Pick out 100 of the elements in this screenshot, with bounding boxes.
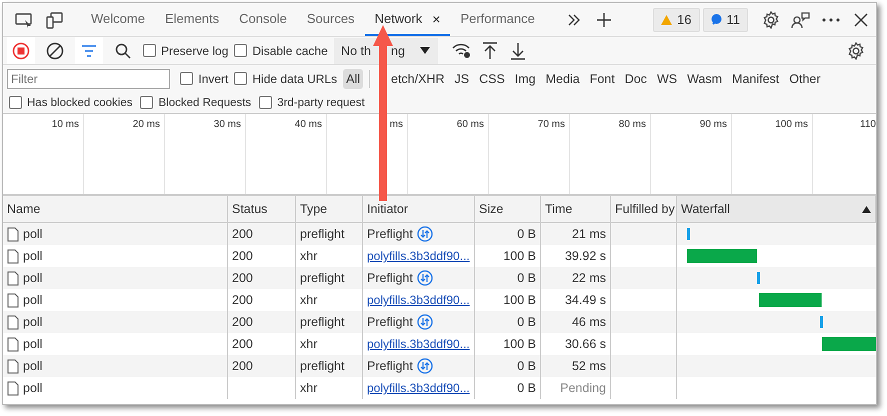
column-header[interactable]: Waterfall [677, 196, 876, 223]
type-cell: preflight [296, 355, 363, 377]
type-filter[interactable]: CSS [476, 68, 508, 88]
initiator-link[interactable]: polyfills.3b3ddf90... [367, 337, 470, 351]
type-cell: preflight [296, 267, 363, 289]
initiator-link[interactable]: polyfills.3b3ddf90... [367, 249, 470, 263]
type-filter[interactable]: JS [452, 68, 472, 88]
document-icon [7, 336, 19, 352]
message-icon [710, 14, 722, 25]
fulfilled-cell [611, 355, 677, 377]
timeline-tick: 70 ms [538, 119, 565, 130]
type-filter[interactable]: Media [542, 68, 583, 88]
chevrons-icon[interactable] [566, 14, 581, 26]
type-filter[interactable]: Wasm [684, 68, 726, 88]
type-cell: preflight [296, 223, 363, 245]
settings-icon[interactable] [762, 10, 780, 28]
request-name[interactable]: poll [23, 293, 42, 307]
settings-icon[interactable] [847, 42, 865, 60]
type-filter[interactable]: etch/XHR [388, 68, 448, 88]
size-cell: 0 B [475, 355, 541, 377]
preflight-icon[interactable] [416, 226, 433, 242]
checkbox[interactable]: Invert [180, 72, 228, 86]
waterfall-tick [820, 316, 823, 328]
column-header[interactable]: Size [475, 196, 541, 223]
tab[interactable]: Console [229, 3, 297, 36]
throttling-dropdown[interactable]: No th ng [334, 38, 438, 64]
initiator-text: Preflight [367, 271, 413, 285]
timeline-tick: 110 [860, 119, 876, 130]
waterfall-bar [759, 293, 822, 307]
type-filter[interactable]: All [343, 68, 364, 88]
search-icon[interactable] [115, 42, 131, 58]
request-name[interactable]: poll [23, 337, 42, 351]
tab[interactable]: Performance [450, 3, 545, 36]
column-header[interactable]: Name [3, 196, 228, 223]
filter-button[interactable] [75, 37, 103, 64]
timeline-tick: 30 ms [214, 119, 241, 130]
preflight-icon[interactable] [416, 358, 433, 374]
tab[interactable]: Elements [154, 3, 230, 36]
checkbox[interactable]: 3rd-party request [259, 96, 365, 109]
timeline-tick: 10 ms [52, 119, 79, 130]
inspect-icon[interactable] [15, 12, 33, 28]
column-header[interactable]: Status [228, 196, 296, 223]
timeline-tick: 60 ms [456, 119, 484, 130]
type-filter[interactable]: Other [786, 68, 824, 88]
close-icon[interactable] [854, 12, 868, 26]
column-header[interactable]: Fulfilled by [611, 196, 677, 223]
request-name[interactable]: poll [23, 315, 42, 329]
checkbox[interactable]: Preserve log [143, 44, 228, 58]
preflight-icon[interactable] [416, 270, 433, 286]
size-cell: 0 B [475, 223, 541, 245]
type-filter[interactable]: Doc [622, 68, 650, 88]
tab[interactable]: Sources [296, 3, 365, 36]
tab[interactable]: Welcome [81, 3, 155, 36]
device-icon[interactable] [45, 10, 63, 28]
timeline-tick: 80 ms [618, 119, 646, 130]
close-icon[interactable]: × [432, 10, 440, 26]
checkbox[interactable]: Disable cache [234, 44, 328, 58]
document-icon [7, 314, 19, 330]
checkbox[interactable]: Has blocked cookies [9, 96, 132, 109]
request-name[interactable]: poll [23, 271, 42, 285]
checkbox[interactable]: Hide data URLs [234, 72, 338, 86]
sort-icon [862, 206, 871, 212]
plus-icon[interactable] [596, 12, 612, 28]
clear-icon[interactable] [46, 42, 64, 60]
column-header[interactable]: Initiator [363, 196, 475, 223]
waterfall-bar [822, 337, 876, 351]
type-cell: preflight [296, 311, 363, 333]
request-name[interactable]: poll [23, 249, 42, 263]
document-icon [7, 248, 19, 264]
warnings-counter[interactable]: 16 [653, 8, 700, 32]
wifi-gear-icon[interactable] [452, 42, 472, 58]
more-icon[interactable] [822, 18, 840, 22]
request-name[interactable]: poll [23, 359, 42, 373]
initiator-text: Preflight [367, 227, 413, 241]
download-icon[interactable] [510, 42, 526, 60]
type-filter[interactable]: WS [654, 68, 680, 88]
type-filter[interactable]: Manifest [729, 68, 782, 88]
initiator-link[interactable]: polyfills.3b3ddf90... [367, 381, 470, 395]
record-button[interactable] [7, 37, 35, 64]
time-cell: 52 ms [541, 355, 611, 377]
time-cell: 22 ms [541, 267, 611, 289]
messages-counter[interactable]: 11 [702, 8, 748, 32]
request-name[interactable]: poll [23, 227, 42, 241]
size-cell: 0 B [475, 311, 541, 333]
initiator-link[interactable]: polyfills.3b3ddf90... [367, 293, 470, 307]
time-cell: 46 ms [541, 311, 611, 333]
request-name[interactable]: poll [23, 381, 42, 395]
initiator-text: Preflight [367, 315, 413, 329]
type-filter[interactable]: Font [586, 68, 618, 88]
preflight-icon[interactable] [416, 314, 433, 330]
status-cell: 200 [228, 267, 296, 289]
timeline-tick: 40 ms [294, 119, 322, 130]
feedback-icon[interactable] [791, 10, 811, 28]
filter-field[interactable]: Filter [7, 68, 170, 88]
document-icon [7, 358, 19, 374]
column-header[interactable]: Type [296, 196, 363, 223]
column-header[interactable]: Time [541, 196, 611, 223]
upload-icon[interactable] [482, 42, 498, 60]
checkbox[interactable]: Blocked Requests [140, 96, 252, 109]
type-filter[interactable]: Img [512, 68, 539, 88]
